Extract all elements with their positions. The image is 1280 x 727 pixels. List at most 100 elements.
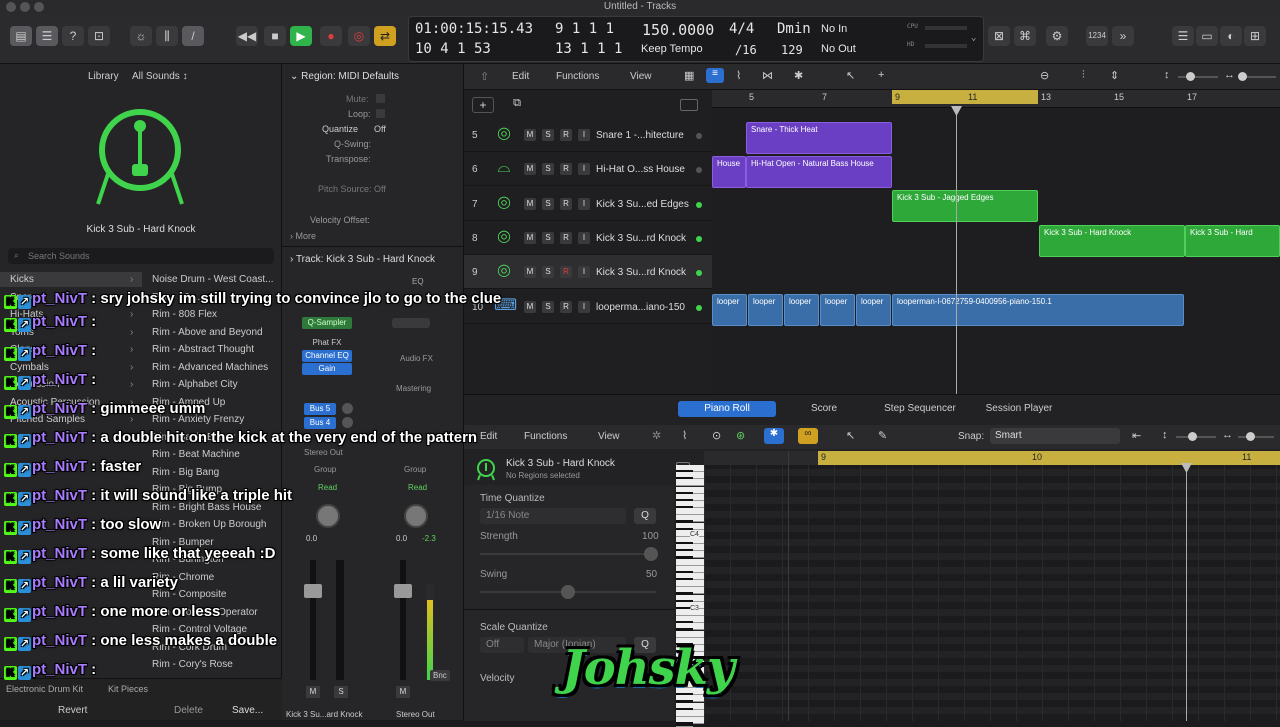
cycle-range[interactable] [892,90,1038,104]
pr-functions-menu[interactable]: Functions [524,431,567,442]
patch-item[interactable]: Rim - Cory's Rose [152,659,233,670]
vertical-zoom-thumb[interactable] [1186,72,1195,81]
automation-read-1[interactable]: Read [318,483,337,492]
track-input-button[interactable]: I [578,163,590,176]
list-icon[interactable]: ☰ [1172,26,1194,46]
play-icon[interactable]: ▶ [290,26,312,46]
add-track-button[interactable]: + [472,97,494,113]
time-quantize-select[interactable]: 1/16 Note [480,508,626,524]
region-hihat-b[interactable]: Hi-Hat Open - Natural Bass House [746,156,892,188]
piano-key-black[interactable] [676,722,693,727]
track-mute-button[interactable]: M [524,231,536,244]
pan-knob-2[interactable] [404,504,428,528]
grid-view-icon[interactable]: ▦ [684,69,694,82]
region-kick-hard-2[interactable]: Kick 3 Sub - Hard [1185,225,1280,257]
count-in-button[interactable]: 1234 [1086,26,1108,46]
track-header[interactable]: 9 ◎ M S R I Kick 3 Su...rd Knock [464,255,712,290]
track-record-button[interactable]: R [560,129,572,141]
piano-key-white[interactable] [676,709,704,717]
inspector-icon[interactable]: ☰ [36,26,58,46]
track-mute-button[interactable]: M [524,163,536,176]
scale-root-select[interactable]: Off [480,637,524,653]
channel-eq-plugin[interactable]: Channel EQ [302,350,352,362]
qsampler-plugin[interactable]: Q-Sampler [302,317,352,329]
list-view-icon[interactable]: ≡ [706,68,724,83]
bus4-knob[interactable] [342,417,353,428]
track-inspector-title[interactable]: › Track: Kick 3 Sub - Hard Knock [290,254,435,265]
quantize-select[interactable]: Off [374,124,386,134]
track-header[interactable]: 6 ⌓ M S R I Hi-Hat O...ss House [464,152,712,187]
region-looper[interactable]: looper [748,294,783,326]
tab-session-player[interactable]: Session Player [976,401,1062,417]
more-toggle[interactable]: › More [290,231,316,241]
group-slot-2[interactable]: Group [404,465,426,474]
settings-icon[interactable]: ⊖ [1040,69,1049,82]
pencil-tool-icon[interactable]: ✎ [878,429,887,442]
pan-knob-1[interactable] [316,504,340,528]
time-quantize-q-button[interactable]: Q [634,508,656,524]
playhead[interactable] [956,108,957,394]
library-filter-select[interactable]: All Sounds ↕ [132,71,188,82]
track-solo-button[interactable]: S [542,300,554,313]
pitch-source-select[interactable]: Off [374,184,386,194]
revert-button[interactable]: Revert [58,705,87,716]
pointer-tool-icon[interactable]: ↖ [846,429,855,442]
pr-playhead[interactable] [1186,465,1187,721]
region-kick-hard-1[interactable]: Kick 3 Sub - Hard Knock [1039,225,1185,257]
bus4-send[interactable]: Bus 4 [304,417,336,429]
track-solo-button[interactable]: S [542,197,554,210]
gain-plugin[interactable]: Gain [302,363,352,375]
more-icon[interactable]: » [1112,26,1134,46]
pencil-tool-icon[interactable]: + [878,69,884,81]
toolbar-icon[interactable]: ⊡ [88,26,110,46]
save-button[interactable]: Save... [232,705,263,716]
category-item[interactable]: Kicks [10,274,34,285]
footer-path-mid[interactable]: Kit Pieces [108,684,148,694]
automation-read-2[interactable]: Read [408,483,427,492]
piano-key-white[interactable] [676,580,704,588]
region-looper[interactable]: looper [712,294,747,326]
snap-select[interactable]: Smart [990,428,1120,444]
rewind-icon[interactable]: ◀◀ [236,26,258,46]
zoom-window-button[interactable] [34,2,44,12]
strip-mute-button-2[interactable]: M [396,686,410,698]
patch-item[interactable]: Noise Drum - West Coast... [152,274,274,285]
region-looper[interactable]: looper [820,294,855,326]
back-arrow-icon[interactable]: ⇧ [480,70,489,83]
patch-item[interactable]: Rim - Alphabet City [152,379,238,390]
piano-key-white[interactable] [676,508,704,516]
piano-key-white[interactable] [676,479,704,487]
strength-thumb[interactable] [644,547,658,561]
cycle-icon[interactable]: ⇄ [374,26,396,46]
timeline-ruler[interactable]: 5 7 9 11 13 15 17 [712,90,1280,108]
scale-icon[interactable]: ⊛ [736,429,745,442]
search-input[interactable]: ⌕ Search Sounds [8,248,274,264]
loops-icon[interactable]: ◐ [1220,26,1242,46]
zoom-fit-icon[interactable]: ⇤ [1132,429,1141,442]
patch-item[interactable]: Rim - Advanced Machines [152,362,268,373]
group-slot-1[interactable]: Group [314,465,336,474]
notes-icon[interactable]: ▭ [1196,26,1218,46]
link-button[interactable] [392,318,430,328]
pr-cycle-range[interactable] [818,451,1280,465]
footer-path-left[interactable]: Electronic Drum Kit [6,684,83,694]
stop-icon[interactable]: ■ [264,26,286,46]
fader-handle-1[interactable] [304,584,322,598]
track-mute-button[interactable]: M [524,266,536,279]
tracks-view-menu[interactable]: View [630,71,652,82]
track-mute-button[interactable]: M [524,300,536,313]
output-slot[interactable]: Stereo Out [304,448,343,457]
capture-record-icon[interactable]: ◎ [348,26,370,46]
fader-handle-2[interactable] [394,584,412,598]
library-icon[interactable]: ▤ [10,26,32,46]
region-looper[interactable]: looper [856,294,891,326]
eq-label[interactable]: EQ [412,277,424,286]
list-editors-icon[interactable]: ⊠ [988,26,1010,46]
pr-view-menu[interactable]: View [598,431,620,442]
patch-item[interactable]: Rim - 808 Flex [152,309,217,320]
region-snare[interactable]: Snare - Thick Heat [746,122,892,154]
track-input-button[interactable]: I [578,129,590,141]
patch-item[interactable]: Rim - Broken Up Borough [152,519,267,530]
region-looper[interactable]: looper [784,294,819,326]
strip-mute-button-1[interactable]: M [306,686,320,698]
